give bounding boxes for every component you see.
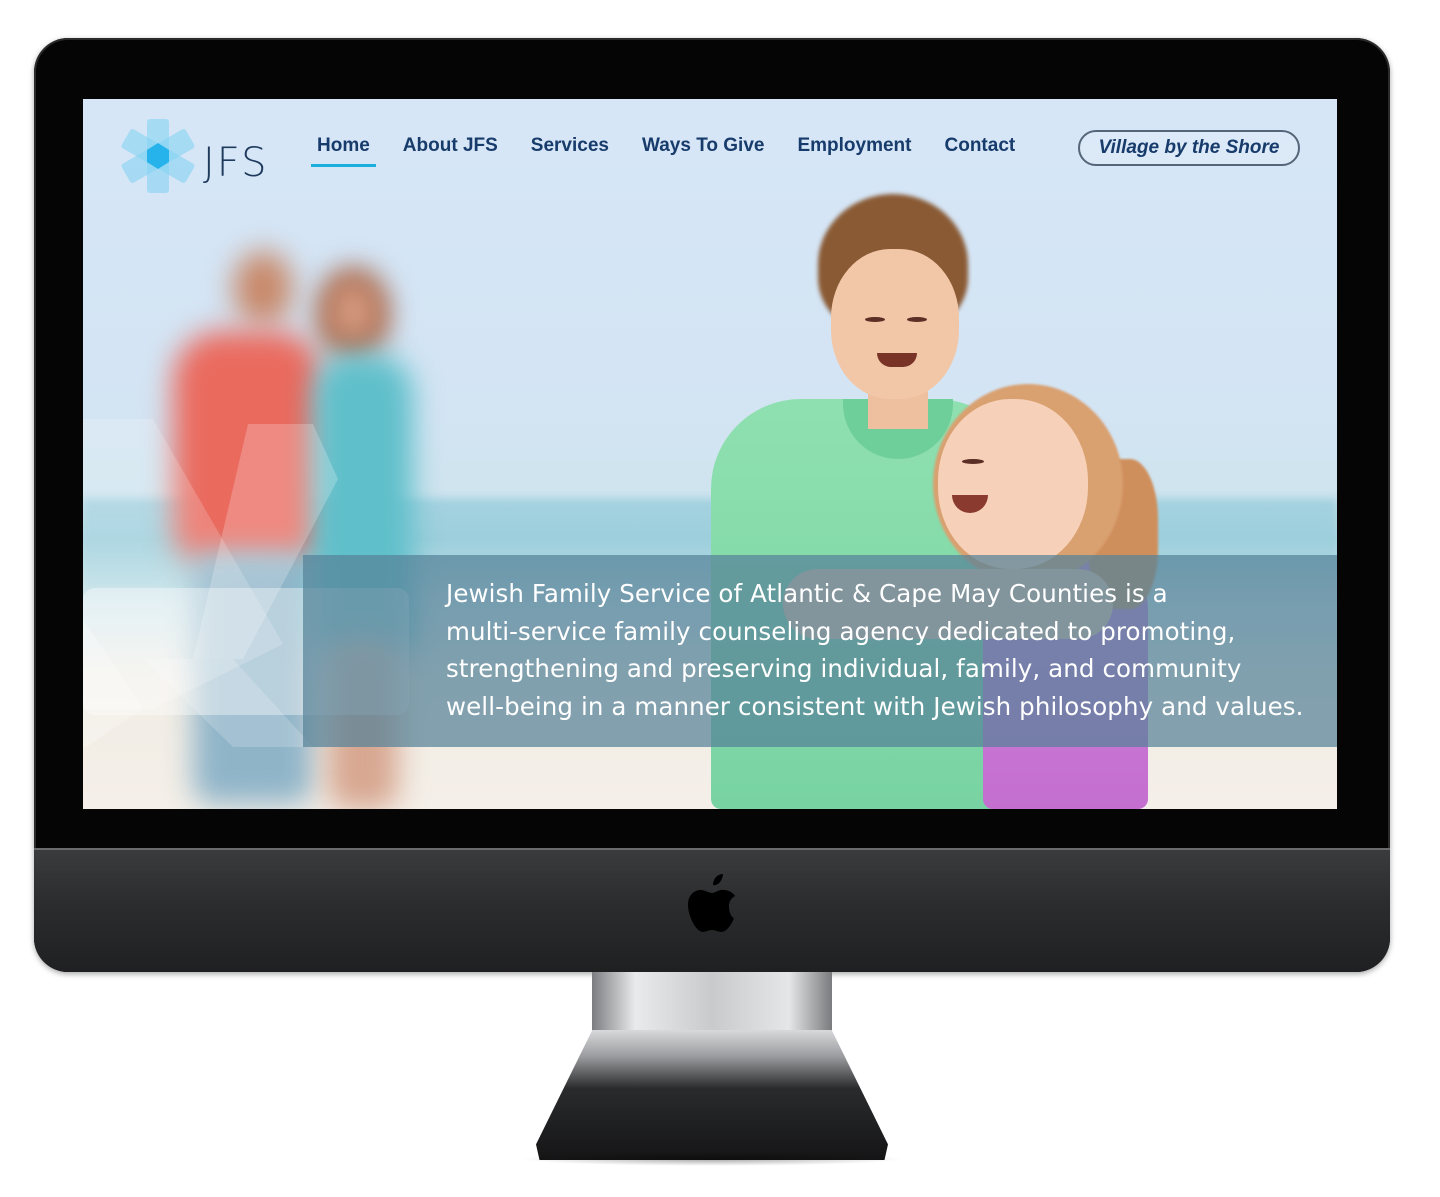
mission-statement: Jewish Family Service of Atlantic & Cape… <box>446 575 1326 725</box>
mission-line: multi-service family counseling agency d… <box>446 616 1236 646</box>
nav-home[interactable]: Home <box>311 131 376 167</box>
nav-contact[interactable]: Contact <box>939 131 1022 165</box>
star-asterisk-logo-icon <box>121 119 195 193</box>
nav-ways-to-give[interactable]: Ways To Give <box>636 131 770 165</box>
nav-employment[interactable]: Employment <box>791 131 917 165</box>
apple-logo-icon <box>688 874 735 932</box>
site-logo[interactable]: JFS <box>121 119 281 193</box>
monitor-chin <box>34 848 1390 972</box>
mission-line: well-being in a manner consistent with J… <box>446 691 1304 721</box>
site-header: JFS Home About JFS Services Ways To Give… <box>83 99 1337 199</box>
website-screen: JFS Home About JFS Services Ways To Give… <box>83 99 1337 809</box>
mission-banner: Jewish Family Service of Atlantic & Cape… <box>303 555 1337 747</box>
nav-about[interactable]: About JFS <box>397 131 504 165</box>
main-nav: Home About JFS Services Ways To Give Emp… <box>311 131 1042 167</box>
mission-line: Jewish Family Service of Atlantic & Cape… <box>446 579 1168 608</box>
background-person <box>173 331 323 561</box>
monitor-frame: JFS Home About JFS Services Ways To Give… <box>34 38 1390 972</box>
girl-figure <box>938 399 1088 569</box>
stand-shadow <box>520 1152 904 1166</box>
boy-figure <box>831 249 959 399</box>
background-person <box>233 251 293 325</box>
background-person <box>328 279 378 345</box>
nav-services[interactable]: Services <box>525 131 615 165</box>
mission-line: strengthening and preserving individual,… <box>446 654 1242 683</box>
logo-wordmark: JFS <box>203 140 269 186</box>
monitor-stand-base <box>536 1030 888 1160</box>
village-by-the-shore-button[interactable]: Village by the Shore <box>1078 130 1300 166</box>
